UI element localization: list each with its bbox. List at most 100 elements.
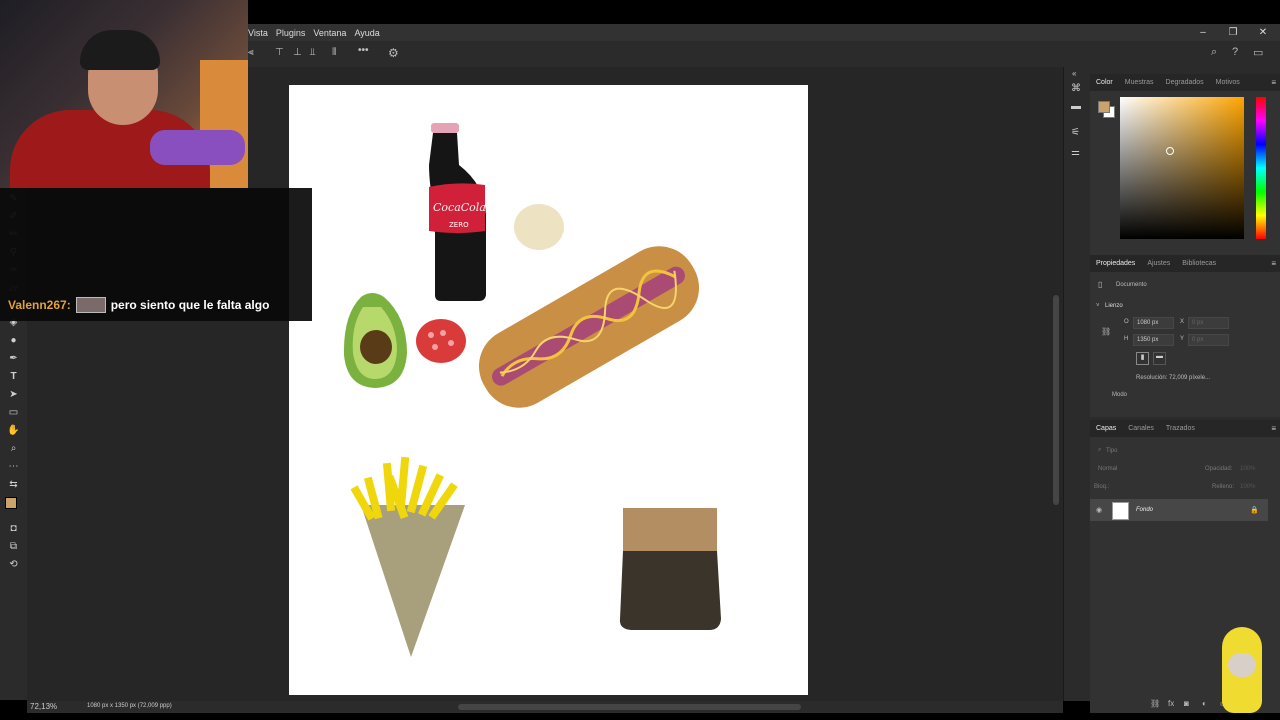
layers-menu-icon[interactable]: ≡	[1271, 424, 1276, 433]
tab-motivos[interactable]: Motivos	[1210, 79, 1246, 86]
vertical-scroll-thumb[interactable]	[1053, 295, 1059, 505]
cat-face	[1228, 653, 1256, 677]
tab-muestras[interactable]: Muestras	[1119, 79, 1160, 86]
link-layers-icon[interactable]: ⛓	[1150, 699, 1160, 708]
search-icon[interactable]: ⌕	[1211, 46, 1217, 59]
fill-field[interactable]: 100%	[1240, 484, 1255, 490]
dodge-icon[interactable]: ●	[6, 334, 21, 348]
share-icon[interactable]: ⟲	[6, 558, 21, 572]
path-selection-icon[interactable]: ➤	[6, 388, 21, 402]
menu-vista[interactable]: Vista	[248, 28, 268, 38]
panel-menu-icon[interactable]: ≡	[1271, 78, 1276, 87]
portrait-orientation-icon[interactable]: ▮	[1136, 352, 1149, 365]
screen-mode-icon[interactable]: ⧉	[6, 540, 21, 554]
fx-icon[interactable]: fx	[1168, 699, 1174, 708]
adjustments-icon[interactable]: ⚌	[1071, 147, 1080, 158]
properties-panel: ▯ Documento ˅ Lienzo ⛓ O 1080 px X 0 px …	[1090, 272, 1280, 417]
type-icon[interactable]: T	[6, 370, 21, 384]
layer-filter-search-icon[interactable]: ⌕	[1098, 447, 1101, 454]
menu-ayuda[interactable]: Ayuda	[354, 28, 379, 38]
horizontal-scroll-thumb[interactable]	[458, 704, 801, 710]
adjustment-layer-icon[interactable]: ◐	[1202, 699, 1207, 708]
layer-filter-input[interactable]: Tipo	[1106, 448, 1117, 454]
align-vcenter-icon[interactable]: ⊥	[293, 47, 302, 58]
more-options-icon[interactable]: •••	[358, 45, 369, 56]
properties-menu-icon[interactable]: ≡	[1271, 259, 1276, 268]
menu-ventana[interactable]: Ventana	[313, 28, 346, 38]
canvas-section-chevron-icon[interactable]: ˅	[1096, 303, 1100, 309]
x-label: X	[1180, 319, 1185, 325]
collapse-panels-icon[interactable]: «	[1072, 69, 1076, 78]
zoom-icon[interactable]: ⌕	[6, 442, 21, 456]
align-bottom-icon[interactable]: ⫫	[310, 47, 316, 58]
help-icon[interactable]: ?	[1232, 46, 1238, 58]
rectangle-icon[interactable]: ▭	[6, 406, 21, 420]
tab-trazados[interactable]: Trazados	[1160, 425, 1201, 432]
landscape-orientation-icon[interactable]: ▬	[1153, 352, 1166, 365]
canvas-vertical-scrollbar[interactable]	[1050, 85, 1062, 695]
brush-settings-icon[interactable]: ⚟	[1071, 127, 1080, 138]
comments-icon[interactable]: ▬	[1071, 101, 1081, 112]
lock-label: Bloq.:	[1094, 484, 1110, 490]
bottle-sublabel: ZERO	[449, 221, 469, 229]
minimize-button[interactable]: –	[1188, 24, 1218, 41]
document-canvas[interactable]: CocaCola ZERO	[289, 85, 808, 695]
layer-visibility-eye-icon[interactable]: ◉	[1096, 506, 1102, 514]
tab-degradados[interactable]: Degradados	[1160, 79, 1210, 86]
distribute-icon[interactable]: ⦀	[332, 47, 336, 58]
add-mask-icon[interactable]: ◙	[1184, 699, 1189, 708]
tab-color[interactable]: Color	[1090, 79, 1119, 86]
fries-illustration	[350, 456, 465, 657]
workspace-icon[interactable]: ▭	[1253, 46, 1263, 59]
width-label: O	[1124, 319, 1129, 325]
right-panels: Color Muestras Degradados Motivos ≡ Prop…	[1090, 67, 1280, 720]
menu-bar: Vista Plugins Ventana Ayuda – ❐ ✕	[248, 24, 1280, 41]
opacity-field[interactable]: 100%	[1240, 466, 1255, 472]
quick-mask-icon[interactable]: ◘	[6, 522, 21, 536]
color-picker-cursor[interactable]	[1166, 147, 1174, 155]
y-field[interactable]: 0 px	[1188, 334, 1229, 346]
align-top-icon[interactable]: ⊤	[275, 47, 284, 58]
tomato-illustration	[416, 319, 466, 363]
tab-propiedades[interactable]: Propiedades	[1090, 260, 1141, 267]
tab-capas[interactable]: Capas	[1090, 425, 1122, 432]
x-field[interactable]: 0 px	[1188, 317, 1229, 329]
more-tools-icon[interactable]: ⋯	[6, 460, 21, 474]
zoom-level[interactable]: 72,13%	[30, 702, 57, 711]
layers-panel-tabs: Capas Canales Trazados ≡	[1090, 420, 1280, 437]
link-icon[interactable]: ⛓	[1101, 327, 1111, 336]
layer-row[interactable]: ◉ Fondo 🔒	[1090, 499, 1268, 521]
tab-bibliotecas[interactable]: Bibliotecas	[1176, 260, 1222, 267]
menu-plugins[interactable]: Plugins	[276, 28, 306, 38]
gear-icon[interactable]: ⚙	[388, 46, 399, 60]
canvas-artwork: CocaCola ZERO	[343, 123, 721, 657]
status-bar: 72,13% 1080 px x 1350 px (72,009 ppp)	[27, 701, 1063, 713]
blend-mode-select[interactable]: Normal	[1098, 466, 1117, 472]
restore-button[interactable]: ❐	[1218, 24, 1248, 41]
document-info[interactable]: 1080 px x 1350 px (72,009 ppp)	[87, 703, 172, 709]
lienzo-section[interactable]: Lienzo	[1105, 303, 1123, 309]
panel-foreground-swatch[interactable]	[1098, 101, 1110, 113]
mode-label: Modo	[1112, 392, 1128, 398]
pen-icon[interactable]: ✒	[6, 352, 21, 366]
document-label: Documento	[1116, 282, 1147, 288]
avocado-illustration	[343, 293, 407, 388]
foreground-color-swatch[interactable]	[5, 497, 17, 509]
align-left-edges-icon[interactable]: ⫷	[248, 47, 254, 58]
history-panel-icon[interactable]: ⌘	[1071, 83, 1081, 94]
hand-icon[interactable]: ✋	[6, 424, 21, 438]
height-field[interactable]: 1350 px	[1133, 334, 1174, 346]
document-icon: ▯	[1098, 280, 1103, 289]
chat-text: pero siento que le falta algo	[110, 298, 270, 312]
width-field[interactable]: 1080 px	[1133, 317, 1174, 329]
color-field[interactable]	[1120, 97, 1244, 239]
hue-slider[interactable]	[1256, 97, 1266, 239]
swap-colors-icon[interactable]: ⇆	[6, 478, 21, 492]
tab-canales[interactable]: Canales	[1122, 425, 1160, 432]
close-button[interactable]: ✕	[1248, 24, 1278, 41]
banana-cat-overlay	[1222, 627, 1262, 713]
person-hair	[80, 30, 160, 70]
tab-ajustes[interactable]: Ajustes	[1141, 260, 1176, 267]
onion-illustration	[514, 204, 564, 250]
properties-panel-tabs: Propiedades Ajustes Bibliotecas ≡	[1090, 255, 1280, 272]
